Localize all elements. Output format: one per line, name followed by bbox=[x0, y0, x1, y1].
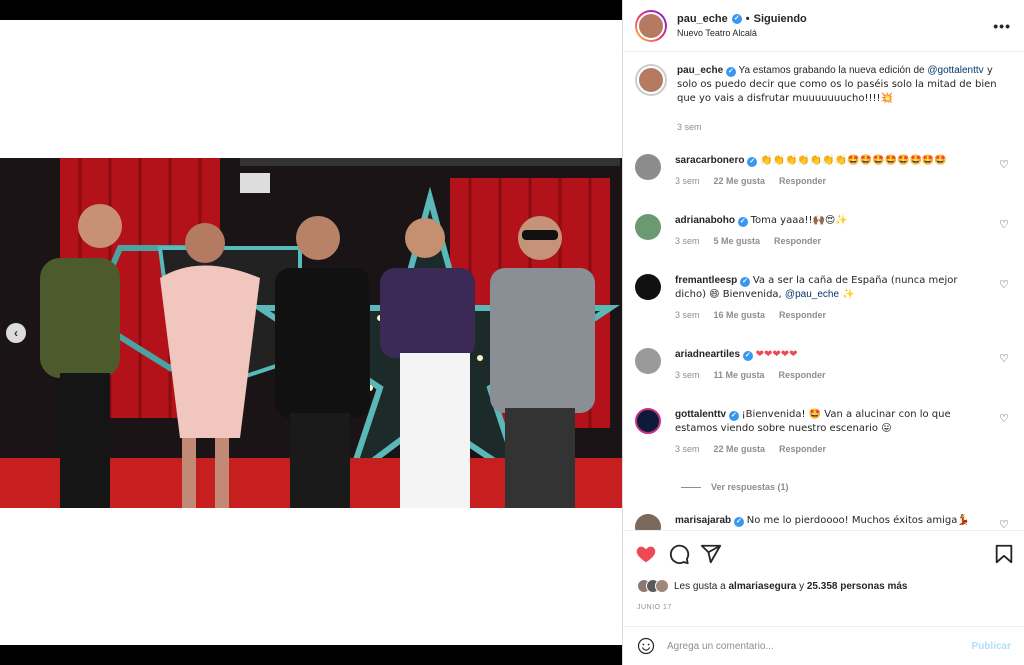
verified-badge-icon: ✓ bbox=[733, 517, 744, 527]
post-location[interactable]: Nuevo Teatro Alcalá bbox=[677, 28, 807, 38]
comment-username[interactable]: gottalenttv bbox=[675, 409, 726, 420]
caption-username[interactable]: pau_eche bbox=[677, 65, 723, 76]
comment-username[interactable]: saracarbonero bbox=[675, 155, 744, 166]
commenter-avatar[interactable] bbox=[635, 348, 661, 374]
verified-badge-icon: ✓ bbox=[728, 411, 739, 421]
action-bar bbox=[623, 530, 1024, 576]
comment-text: Toma yaaa!!🙌🏾😍✨ bbox=[750, 215, 848, 226]
comment-like-heart-icon[interactable]: ♡ bbox=[999, 412, 1009, 425]
verified-badge-icon: ✓ bbox=[725, 67, 736, 77]
view-replies-link[interactable]: Ver respuestas (1) bbox=[681, 482, 789, 492]
author-avatar[interactable] bbox=[635, 9, 667, 42]
likes-mid: y bbox=[796, 580, 807, 592]
comment-text: No me lo pierdoooo! Muchos éxitos amiga💃 bbox=[746, 515, 970, 526]
comment-icon[interactable] bbox=[668, 543, 690, 565]
comment-mention[interactable]: @pau_eche bbox=[785, 289, 839, 300]
comment-username[interactable]: marisajarab bbox=[675, 515, 731, 526]
comment-text: ❤❤❤❤❤ bbox=[755, 349, 798, 360]
post-media: ‹ bbox=[0, 0, 622, 665]
comments-list[interactable]: pau_eche ✓ Ya estamos grabando la nueva … bbox=[623, 52, 1024, 530]
photo-illustration bbox=[0, 158, 622, 508]
caption-text-start: Ya estamos grabando la nueva edición de bbox=[738, 65, 928, 76]
comment-item: fremantleesp ✓ Va a ser la caña de Españ… bbox=[635, 274, 1015, 322]
comment-item: gottalenttv ✓ ¡Bienvenida! 🤩 Van a aluci… bbox=[635, 408, 1015, 456]
share-icon[interactable] bbox=[700, 543, 722, 565]
follow-status[interactable]: Siguiendo bbox=[754, 13, 807, 25]
comment-username[interactable]: adrianaboho bbox=[675, 215, 735, 226]
reply-button[interactable]: Responder bbox=[774, 234, 821, 248]
post-date[interactable]: JUNIO 17 bbox=[637, 604, 672, 611]
verified-badge-icon: ✓ bbox=[740, 277, 751, 287]
reply-button[interactable]: Responder bbox=[779, 174, 826, 188]
comment-time: 3 sem bbox=[675, 176, 700, 186]
comment-likes[interactable]: 11 Me gusta bbox=[714, 368, 765, 382]
likes-count[interactable]: 25.358 personas más bbox=[807, 581, 908, 592]
likes-summary: Les gusta a almariasegura y 25.358 perso… bbox=[637, 578, 908, 594]
liker-avatar[interactable] bbox=[655, 579, 669, 593]
comment-time: 3 sem bbox=[675, 310, 700, 320]
media-bottom-padding bbox=[0, 508, 622, 645]
comment-item: ariadneartiles ✓ ❤❤❤❤❤ 3 sem 11 Me gusta… bbox=[635, 348, 1015, 382]
comment-time: 3 sem bbox=[675, 236, 700, 246]
post-side-panel: pau_eche ✓ • Siguiendo Nuevo Teatro Alca… bbox=[622, 0, 1024, 665]
comment-time: 3 sem bbox=[675, 444, 700, 454]
reply-button[interactable]: Responder bbox=[779, 442, 826, 456]
comment-item: adrianaboho ✓ Toma yaaa!!🙌🏾😍✨ 3 sem 5 Me… bbox=[635, 214, 1015, 248]
likes-prefix: Les gusta a bbox=[674, 580, 729, 592]
caption-avatar[interactable] bbox=[635, 64, 667, 96]
view-replies-label: Ver respuestas (1) bbox=[711, 482, 789, 492]
comment-likes[interactable]: 22 Me gusta bbox=[714, 174, 766, 188]
publish-button[interactable]: Publicar bbox=[972, 641, 1011, 652]
comment-username[interactable]: ariadneartiles bbox=[675, 349, 740, 360]
post-caption: pau_eche ✓ Ya estamos grabando la nueva … bbox=[635, 64, 1015, 134]
commenter-avatar[interactable] bbox=[635, 214, 661, 240]
emoji-icon[interactable] bbox=[637, 637, 655, 655]
comment-like-heart-icon[interactable]: ♡ bbox=[999, 352, 1009, 365]
more-options-icon[interactable]: ••• bbox=[993, 18, 1011, 34]
verified-badge-icon: ✓ bbox=[747, 157, 758, 167]
verified-badge-icon: ✓ bbox=[742, 351, 753, 361]
comment-likes[interactable]: 22 Me gusta bbox=[714, 442, 766, 456]
heart-icon[interactable] bbox=[635, 543, 657, 565]
comment-like-heart-icon[interactable]: ♡ bbox=[999, 218, 1009, 231]
verified-badge-icon: ✓ bbox=[731, 14, 742, 24]
post-photo[interactable] bbox=[0, 158, 622, 508]
comment-text: 👏👏👏👏👏👏👏🤩🤩🤩🤩🤩🤩🤩🤩 bbox=[760, 155, 947, 166]
caption-mention[interactable]: @gottalenttv bbox=[927, 65, 983, 76]
verified-badge-icon: ✓ bbox=[737, 217, 748, 227]
comment-likes[interactable]: 16 Me gusta bbox=[714, 308, 766, 322]
comment-like-heart-icon[interactable]: ♡ bbox=[999, 158, 1009, 171]
reply-button[interactable]: Responder bbox=[779, 368, 826, 382]
comment-text-end: ✨ bbox=[839, 289, 855, 300]
comment-like-heart-icon[interactable]: ♡ bbox=[999, 518, 1009, 530]
comment-input[interactable] bbox=[667, 640, 972, 652]
comment-like-heart-icon[interactable]: ♡ bbox=[999, 278, 1009, 291]
commenter-avatar[interactable] bbox=[635, 408, 661, 434]
commenter-avatar[interactable] bbox=[635, 274, 661, 300]
chevron-left-icon[interactable]: ‹ bbox=[6, 323, 26, 343]
comment-item: saracarbonero ✓ 👏👏👏👏👏👏👏🤩🤩🤩🤩🤩🤩🤩🤩 3 sem 22… bbox=[635, 154, 1015, 188]
replies-line bbox=[681, 486, 701, 488]
commenter-avatar[interactable] bbox=[635, 154, 661, 180]
liker-username[interactable]: almariasegura bbox=[728, 581, 796, 592]
comment-username[interactable]: fremantleesp bbox=[675, 275, 737, 286]
comment-likes[interactable]: 5 Me gusta bbox=[714, 234, 761, 248]
separator-dot: • bbox=[745, 13, 750, 25]
reply-button[interactable]: Responder bbox=[779, 308, 826, 322]
comment-item: marisajarab ✓ No me lo pierdoooo! Muchos… bbox=[635, 514, 1015, 530]
comment-time: 3 sem bbox=[675, 370, 700, 380]
author-username[interactable]: pau_eche bbox=[677, 13, 728, 25]
post-header: pau_eche ✓ • Siguiendo Nuevo Teatro Alca… bbox=[623, 0, 1024, 52]
commenter-avatar[interactable] bbox=[635, 514, 661, 530]
add-comment-bar: Publicar bbox=[623, 626, 1024, 665]
caption-time: 3 sem bbox=[677, 122, 702, 132]
bookmark-icon[interactable] bbox=[993, 543, 1015, 565]
media-top-padding bbox=[0, 20, 622, 158]
